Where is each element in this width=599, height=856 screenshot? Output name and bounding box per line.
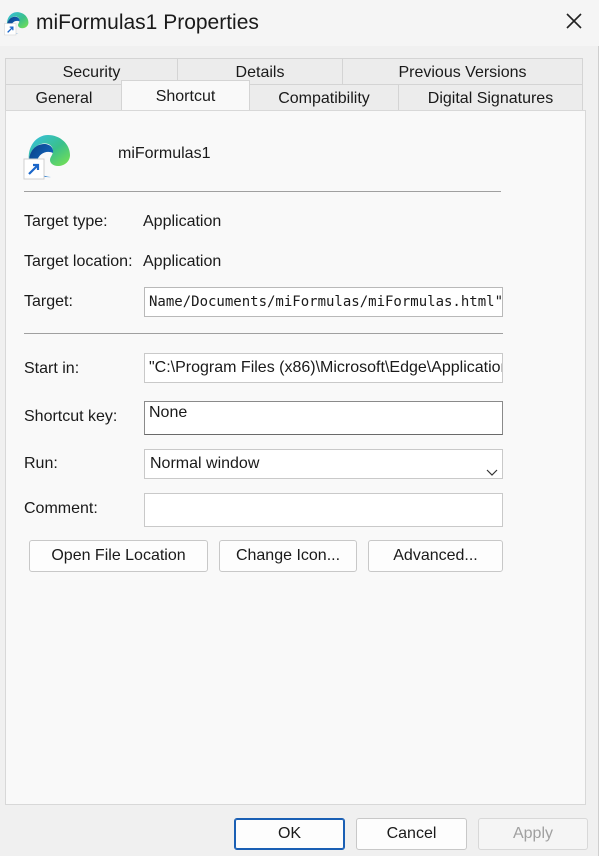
change-icon-button[interactable]: Change Icon... — [219, 540, 357, 572]
chevron-down-icon — [486, 459, 498, 476]
target-label: Target: — [24, 293, 73, 310]
divider — [24, 333, 503, 334]
edge-shortcut-icon — [4, 10, 30, 36]
open-file-location-button[interactable]: Open File Location — [29, 540, 208, 572]
tab-label: General — [35, 90, 93, 107]
edge-shortcut-icon — [23, 131, 73, 181]
tab-label: Shortcut — [155, 88, 216, 105]
tab-label: Digital Signatures — [427, 90, 554, 107]
window-title: miFormulas1 Properties — [36, 11, 259, 34]
shortcut-key-label: Shortcut key: — [24, 408, 118, 425]
close-icon — [565, 9, 583, 37]
start-in-field[interactable]: "C:\Program Files (x86)\Microsoft\Edge\A… — [144, 353, 503, 383]
tab-label: Security — [62, 64, 121, 81]
target-field[interactable]: Name/Documents/miFormulas/miFormulas.htm… — [144, 287, 503, 317]
comment-label: Comment: — [24, 500, 98, 517]
ok-button[interactable]: OK — [234, 818, 345, 850]
close-button[interactable] — [552, 0, 596, 46]
tab-compatibility[interactable]: Compatibility — [249, 84, 399, 110]
tab-label: Details — [235, 64, 285, 81]
tab-digital-signatures[interactable]: Digital Signatures — [398, 84, 583, 110]
target-location-value: Application — [143, 253, 222, 270]
cancel-button[interactable]: Cancel — [356, 818, 467, 850]
shortcut-panel: miFormulas1 Target type: Application Tar… — [5, 110, 586, 805]
start-in-label: Start in: — [24, 360, 80, 377]
target-location-label: Target location: — [24, 253, 133, 270]
tab-label: Compatibility — [278, 90, 370, 107]
comment-field[interactable] — [144, 493, 503, 527]
run-dropdown-value: Normal window — [150, 455, 260, 472]
advanced-button[interactable]: Advanced... — [368, 540, 503, 572]
run-label: Run: — [24, 455, 58, 472]
tab-shortcut[interactable]: Shortcut — [121, 80, 250, 110]
shortcut-name: miFormulas1 — [118, 145, 211, 162]
tab-general[interactable]: General — [5, 84, 123, 110]
tab-label: Previous Versions — [398, 64, 527, 81]
apply-button[interactable]: Apply — [478, 818, 588, 850]
shortcut-key-field[interactable]: None — [144, 401, 503, 435]
divider — [24, 191, 501, 192]
target-type-value: Application — [143, 213, 222, 230]
run-dropdown[interactable]: Normal window — [144, 449, 503, 479]
title-bar: miFormulas1 Properties — [0, 0, 599, 46]
properties-dialog: miFormulas1 Properties Security Details … — [0, 0, 599, 856]
target-type-label: Target type: — [24, 213, 108, 230]
tab-previous-versions[interactable]: Previous Versions — [342, 58, 583, 84]
